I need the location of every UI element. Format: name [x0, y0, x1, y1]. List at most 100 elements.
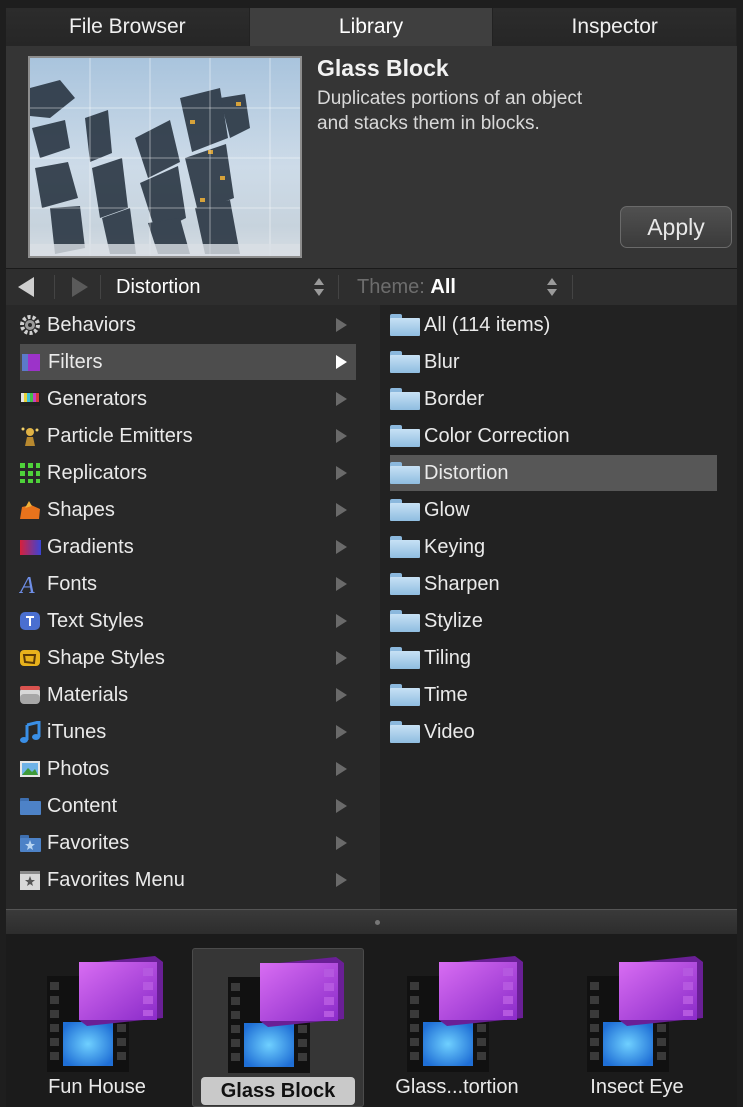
- nav-divider: [100, 275, 101, 299]
- category-label: Generators: [47, 387, 148, 410]
- subcategory-sharpen[interactable]: Sharpen: [380, 566, 737, 602]
- filter-item-icon: [587, 956, 703, 1072]
- subcategory-border[interactable]: Border: [380, 381, 737, 417]
- particle-emitters-icon: [19, 425, 41, 447]
- item-tray: Fun House Glass Block Glass...tortion In…: [6, 934, 737, 1107]
- category-stepper-icon[interactable]: [314, 278, 324, 296]
- subcategory-label: Tiling: [424, 646, 472, 669]
- folder-icon: [390, 314, 420, 336]
- subcategory-label: Blur: [424, 350, 460, 373]
- preview-description: Duplicates portions of an object and sta…: [317, 88, 583, 134]
- gradients-icon: [19, 536, 41, 558]
- preview-area: Glass Block Duplicates portions of an ob…: [6, 46, 737, 268]
- item-glass-distortion[interactable]: Glass...tortion: [372, 948, 542, 1105]
- tab-library[interactable]: Library: [249, 8, 494, 46]
- chevron-right-icon: [336, 762, 347, 776]
- category-generators[interactable]: Generators: [6, 381, 380, 417]
- category-itunes[interactable]: iTunes: [6, 714, 380, 750]
- category-behaviors[interactable]: Behaviors: [6, 307, 380, 343]
- chevron-right-icon: [336, 651, 347, 665]
- subcategory-distortion[interactable]: Distortion: [390, 455, 717, 491]
- category-label: Content: [47, 794, 118, 817]
- chevron-right-icon: [336, 836, 347, 850]
- chevron-right-icon: [336, 355, 347, 369]
- nav-divider: [338, 275, 339, 299]
- category-label: Shapes: [47, 498, 115, 521]
- filters-icon: [20, 351, 42, 373]
- subcategory-time[interactable]: Time: [380, 677, 737, 713]
- category-content[interactable]: Content: [6, 788, 380, 824]
- subcategory-label: Distortion: [424, 461, 509, 484]
- navigation-bar: Distortion Theme: All: [6, 268, 737, 306]
- category-label: Text Styles: [47, 609, 144, 632]
- forward-arrow-icon[interactable]: [72, 277, 88, 297]
- category-shapes[interactable]: Shapes: [6, 492, 380, 528]
- splitter-handle-icon: [375, 920, 380, 925]
- shape-styles-icon: [19, 647, 41, 669]
- item-glass-block[interactable]: Glass Block: [192, 948, 364, 1107]
- folder-icon: [390, 573, 420, 595]
- category-shape-styles[interactable]: Shape Styles: [6, 640, 380, 676]
- item-insect-eye[interactable]: Insect Eye: [552, 948, 722, 1105]
- subcategory-label: Color Correction: [424, 424, 570, 447]
- folder-icon: [390, 499, 420, 521]
- category-text-styles[interactable]: Text Styles: [6, 603, 380, 639]
- category-label: Shape Styles: [47, 646, 165, 669]
- tab-inspector[interactable]: Inspector: [493, 8, 738, 46]
- chevron-right-icon: [336, 466, 347, 480]
- content-icon: [19, 795, 41, 817]
- filter-item-icon: [47, 956, 163, 1072]
- folder-icon: [390, 610, 420, 632]
- apply-button[interactable]: Apply: [620, 206, 732, 248]
- favorites-menu-icon: [19, 869, 41, 891]
- category-label: Replicators: [47, 461, 148, 484]
- category-particle-emitters[interactable]: Particle Emitters: [6, 418, 380, 454]
- category-gradients[interactable]: Gradients: [6, 529, 380, 565]
- category-photos[interactable]: Photos: [6, 751, 380, 787]
- shapes-icon: [19, 499, 41, 521]
- item-label: Glass Block: [201, 1077, 355, 1105]
- subcategory-glow[interactable]: Glow: [380, 492, 737, 528]
- preview-title: Glass Block: [317, 55, 449, 81]
- nav-divider: [572, 275, 573, 299]
- chevron-right-icon: [336, 614, 347, 628]
- item-fun-house[interactable]: Fun House: [12, 948, 182, 1105]
- folder-icon: [390, 388, 420, 410]
- back-arrow-icon[interactable]: [18, 277, 34, 297]
- subcategory-blur[interactable]: Blur: [380, 344, 737, 380]
- itunes-icon: [19, 720, 41, 743]
- folder-icon: [390, 462, 420, 484]
- subcategory-label: Video: [424, 720, 475, 743]
- subcategory-stylize[interactable]: Stylize: [380, 603, 737, 639]
- subcategory-all[interactable]: All (114 items): [380, 307, 737, 343]
- subcategory-tiling[interactable]: Tiling: [380, 640, 737, 676]
- nav-divider: [54, 275, 55, 299]
- tab-file-browser[interactable]: File Browser: [6, 8, 250, 46]
- theme-popup[interactable]: Theme: All: [357, 276, 456, 299]
- subcategory-color-correction[interactable]: Color Correction: [380, 418, 737, 454]
- chevron-right-icon: [336, 577, 347, 591]
- subcategory-video[interactable]: Video: [380, 714, 737, 750]
- item-label: Insect Eye: [590, 1076, 684, 1098]
- item-label: Glass...tortion: [395, 1076, 519, 1098]
- svg-text:A: A: [19, 573, 35, 595]
- folder-icon: [390, 721, 420, 743]
- subcategory-label: Glow: [424, 498, 470, 521]
- category-favorites-menu[interactable]: Favorites Menu: [6, 862, 380, 898]
- subcategory-label: Border: [424, 387, 485, 410]
- subcategory-label: Time: [424, 683, 468, 706]
- chevron-right-icon: [336, 688, 347, 702]
- theme-stepper-icon[interactable]: [547, 278, 557, 296]
- category-replicators[interactable]: Replicators: [6, 455, 380, 491]
- category-label: Favorites: [47, 831, 130, 854]
- subcategory-keying[interactable]: Keying: [380, 529, 737, 565]
- category-favorites[interactable]: Favorites: [6, 825, 380, 861]
- category-filters[interactable]: Filters: [20, 344, 356, 380]
- category-popup[interactable]: Distortion: [116, 276, 200, 299]
- category-label: Filters: [48, 350, 103, 373]
- pane-splitter[interactable]: [6, 909, 737, 935]
- category-label: Photos: [47, 757, 110, 780]
- category-fonts[interactable]: A Fonts: [6, 566, 380, 602]
- category-materials[interactable]: Materials: [6, 677, 380, 713]
- folder-icon: [390, 647, 420, 669]
